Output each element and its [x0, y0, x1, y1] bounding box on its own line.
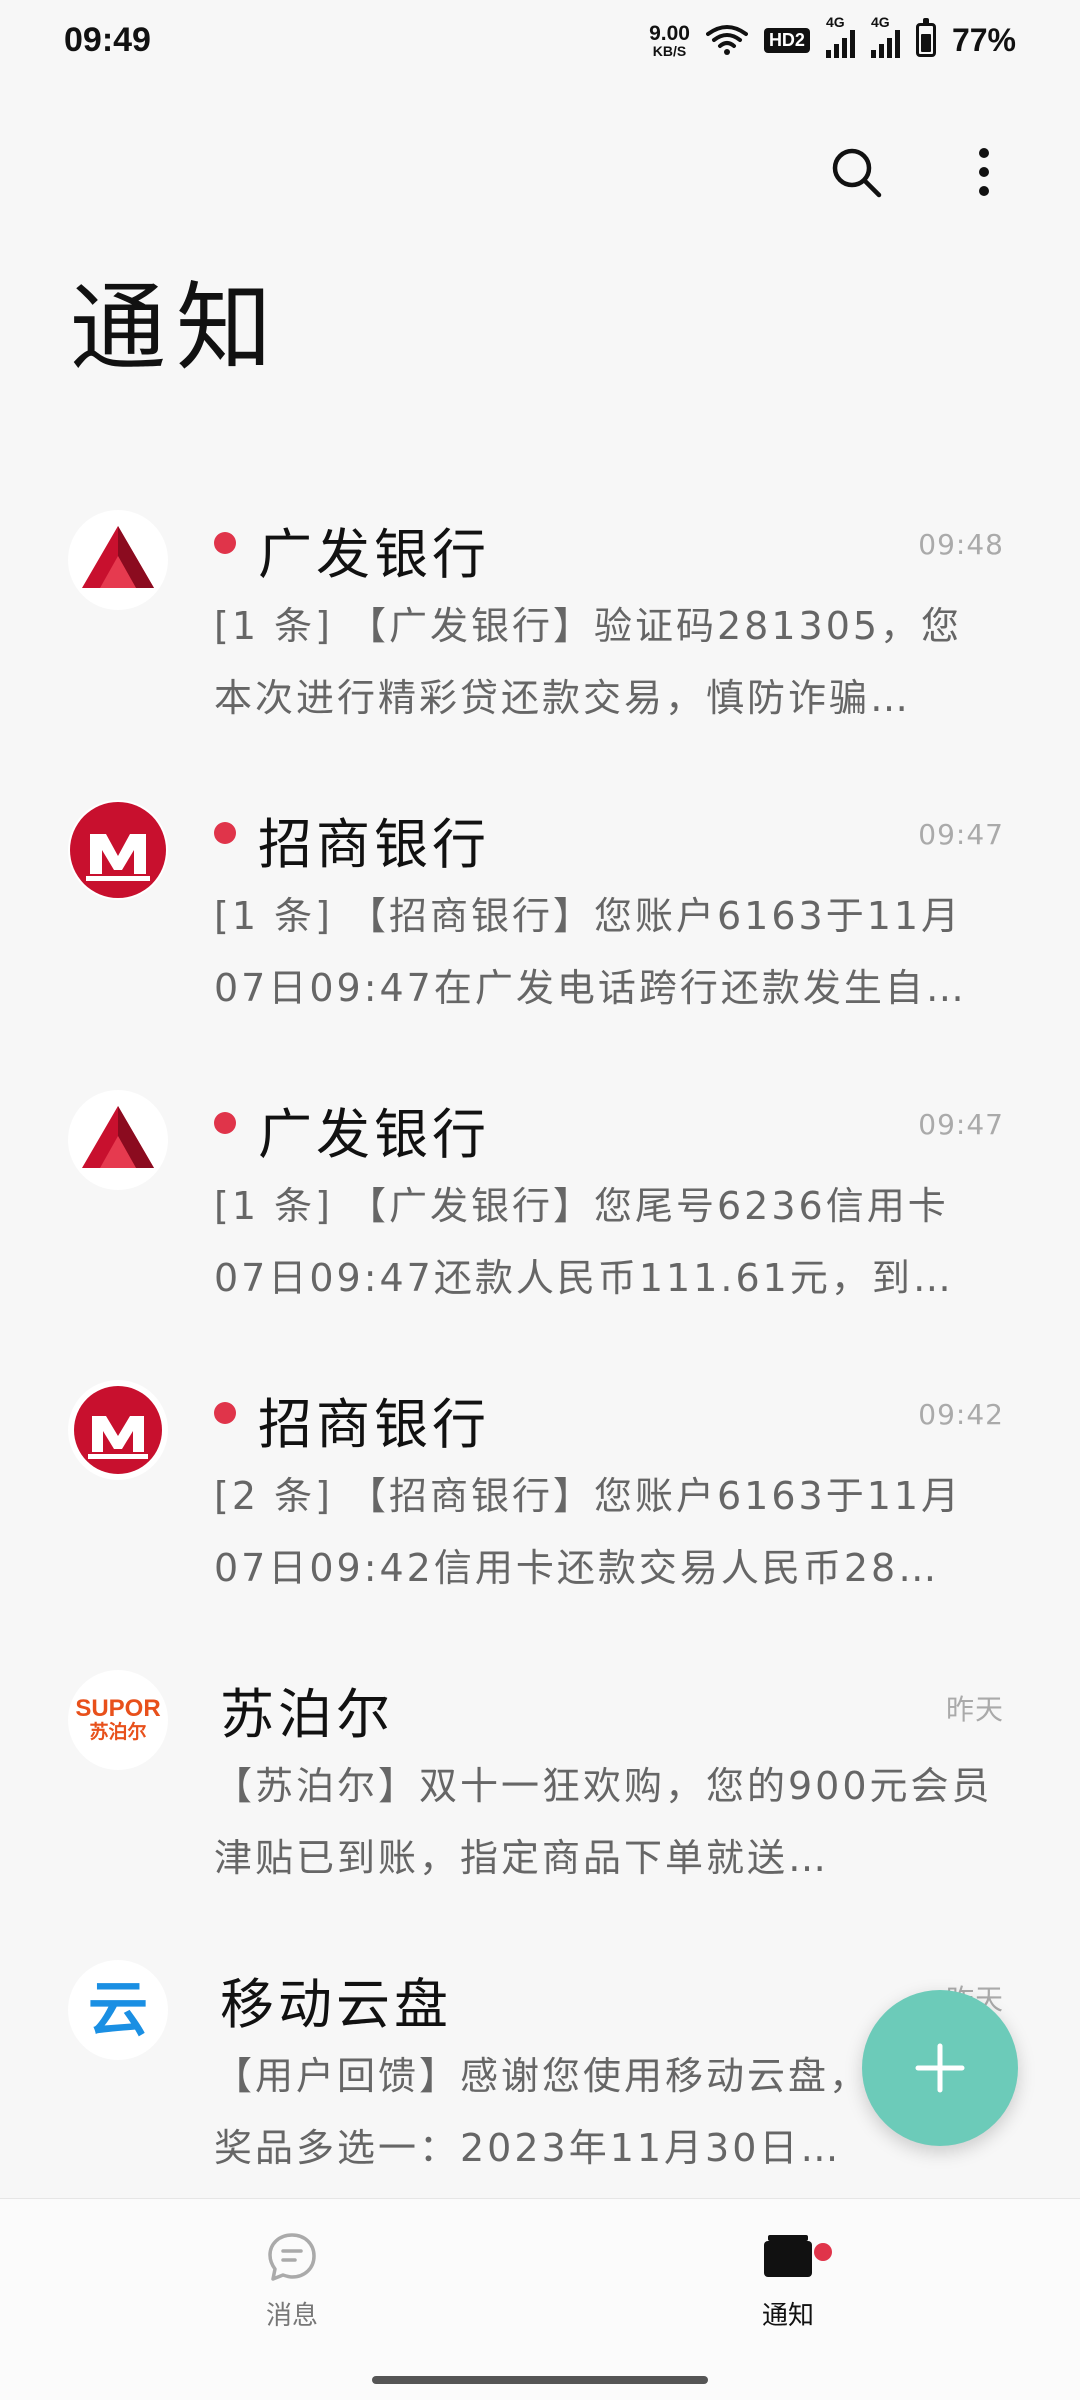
- supor-logo-text: SUPOR: [75, 1694, 161, 1722]
- network-type-label: 4G: [870, 14, 890, 30]
- tab-notices-badge: [814, 2243, 832, 2261]
- wifi-icon: [705, 25, 748, 55]
- sender-name: 广发银行: [258, 523, 490, 586]
- status-time: 09:49: [64, 20, 151, 59]
- unread-indicator: [214, 822, 236, 844]
- plus-icon: [915, 2043, 965, 2093]
- battery-icon: [915, 18, 936, 57]
- cmb-logo: [68, 1380, 168, 1480]
- sender-name: 招商银行: [258, 813, 490, 876]
- bottom-navigation: 消息 通知: [0, 2198, 1080, 2400]
- cmb-logo: [68, 800, 168, 900]
- message-time: 09:48: [918, 528, 1004, 561]
- message-time: 09:42: [918, 1398, 1004, 1431]
- notification-item[interactable]: 广发银行 09:48 [1 条] 【广发银行】验证码281305，您本次进行精彩…: [0, 490, 1080, 780]
- network-speed-unit: KB/S: [652, 42, 687, 59]
- compose-fab[interactable]: [862, 1990, 1018, 2146]
- signal-sim1-icon: 4G: [825, 14, 855, 58]
- notification-item[interactable]: 广发银行 09:47 [1 条] 【广发银行】您尾号6236信用卡07日09:4…: [0, 1070, 1080, 1360]
- search-button[interactable]: [824, 140, 888, 204]
- message-preview: [2 条] 【招商银行】您账户6163于11月07日09:42信用卡还款交易人民…: [214, 1474, 963, 1590]
- unread-indicator: [214, 532, 236, 554]
- mcloud-logo: 云: [68, 1960, 168, 2060]
- message-preview: [1 条] 【广发银行】验证码281305，您本次进行精彩贷还款交易，慎防诈骗…: [214, 604, 963, 720]
- network-speed-value: 9.00: [649, 21, 690, 45]
- notification-item[interactable]: 招商银行 09:47 [1 条] 【招商银行】您账户6163于11月07日09:…: [0, 780, 1080, 1070]
- inbox-icon: [764, 2235, 812, 2277]
- more-vertical-icon: [979, 148, 989, 196]
- page-title: 通知: [70, 272, 282, 384]
- sender-name: 招商银行: [258, 1393, 490, 1456]
- header-actions: [824, 140, 1016, 204]
- hd-voice-badge: HD2: [763, 27, 810, 53]
- more-options-button[interactable]: [952, 140, 1016, 204]
- search-icon: [832, 148, 882, 198]
- sender-name: 移动云盘: [220, 1973, 452, 2036]
- message-time: 09:47: [918, 818, 1004, 851]
- tab-notices-label: 通知: [761, 2301, 814, 2331]
- sender-name: 广发银行: [258, 1103, 490, 1166]
- status-bar: 09:49 9.00 KB/S HD2 4G 4G 77%: [0, 0, 1080, 80]
- notification-item[interactable]: SUPOR 苏泊尔 苏泊尔 昨天 【苏泊尔】双十一狂欢购，您的900元会员津贴已…: [0, 1650, 1080, 1940]
- tab-messages[interactable]: 消息: [192, 2229, 392, 2332]
- network-type-label: 4G: [825, 14, 845, 30]
- message-preview: [1 条] 【广发银行】您尾号6236信用卡07日09:47还款人民币111.6…: [214, 1184, 949, 1300]
- tab-notices[interactable]: 通知: [688, 2229, 888, 2332]
- sender-name: 苏泊尔: [220, 1683, 394, 1746]
- notification-list: 广发银行 09:48 [1 条] 【广发银行】验证码281305，您本次进行精彩…: [0, 490, 1080, 2230]
- mcloud-logo-glyph: 云: [88, 1975, 148, 2045]
- message-preview: [1 条] 【招商银行】您账户6163于11月07日09:47在广发电话跨行还款…: [214, 894, 967, 1010]
- message-preview: 【苏泊尔】双十一狂欢购，您的900元会员津贴已到账，指定商品下单就送…: [214, 1764, 993, 1880]
- notification-item[interactable]: 招商银行 09:42 [2 条] 【招商银行】您账户6163于11月07日09:…: [0, 1360, 1080, 1650]
- cgb-logo: [68, 1090, 168, 1190]
- signal-sim2-icon: 4G: [870, 14, 900, 58]
- status-icons: 9.00 KB/S HD2 4G 4G 77%: [649, 14, 1016, 59]
- cgb-logo: [68, 510, 168, 610]
- message-time: 09:47: [918, 1108, 1004, 1141]
- network-speed: 9.00 KB/S: [649, 23, 690, 58]
- tab-messages-label: 消息: [265, 2301, 318, 2331]
- supor-logo: SUPOR 苏泊尔: [68, 1670, 168, 1770]
- home-indicator[interactable]: [372, 2376, 708, 2384]
- chat-bubble-icon: [268, 2233, 316, 2281]
- unread-indicator: [214, 1402, 236, 1424]
- battery-percent: 77%: [951, 21, 1016, 58]
- supor-logo-subtext: 苏泊尔: [89, 1720, 147, 1743]
- unread-indicator: [214, 1112, 236, 1134]
- message-time: 昨天: [945, 1693, 1004, 1726]
